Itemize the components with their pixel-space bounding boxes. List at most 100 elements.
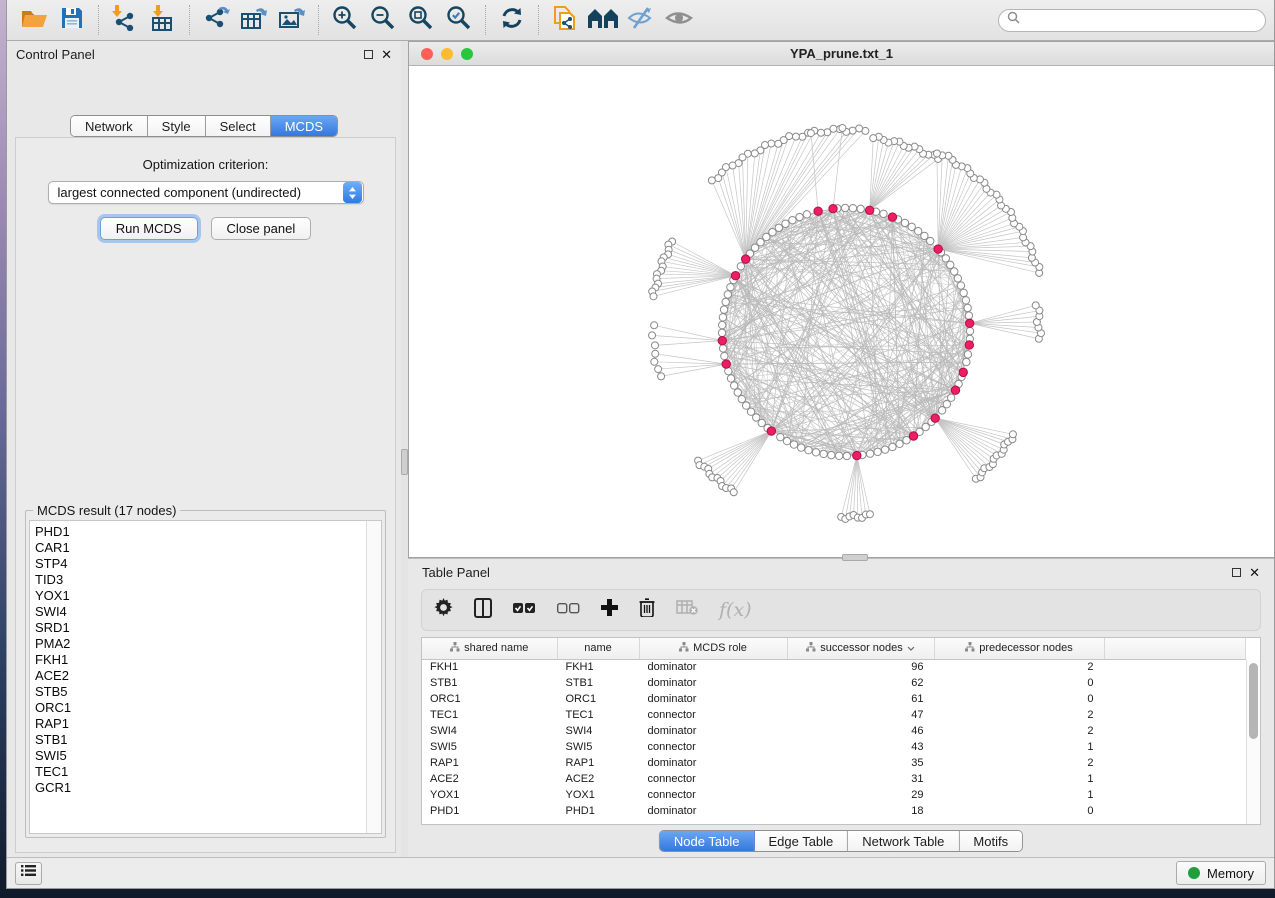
mcds-result-item[interactable]: SRD1 [35,620,366,636]
mcds-result-item[interactable]: RAP1 [35,716,366,732]
mcds-result-item[interactable]: ACE2 [35,668,366,684]
table-panel-title: Table Panel [422,565,1232,580]
tab-network[interactable]: Network [71,116,148,136]
network-canvas[interactable] [409,66,1274,557]
float-panel-icon[interactable] [364,50,373,59]
float-table-panel-icon[interactable] [1232,568,1241,577]
mcds-result-item[interactable]: CAR1 [35,540,366,556]
table-scrollbar-thumb[interactable] [1249,663,1258,739]
zoom-fit-button[interactable] [404,4,438,36]
show-columns-button[interactable] [474,598,492,623]
mcds-result-item[interactable]: TID3 [35,572,366,588]
zoom-in-icon [332,5,358,36]
save-session-button[interactable] [55,4,89,36]
mcds-result-list[interactable]: PHD1CAR1STP4TID3YOX1SWI4SRD1PMA2FKH1ACE2… [29,520,382,834]
zoom-out-button[interactable] [366,4,400,36]
close-table-panel-icon[interactable]: ✕ [1249,568,1260,577]
desktop: Control Panel ✕ NetworkStyleSelectMCDS O… [0,0,1275,898]
tab-edge-table[interactable]: Edge Table [754,831,848,851]
splitter-grip[interactable] [401,449,408,475]
zoom-fit-icon [408,5,434,36]
columns-icon [474,598,492,623]
tab-select[interactable]: Select [206,116,271,136]
mcds-result-item[interactable]: PHD1 [35,524,366,540]
tab-motifs[interactable]: Motifs [959,831,1022,851]
mcds-result-item[interactable]: STP4 [35,556,366,572]
zoom-in-button[interactable] [328,4,362,36]
first-neighbors-button[interactable] [586,4,620,36]
mcds-result-item[interactable]: STB1 [35,732,366,748]
run-mcds-button[interactable]: Run MCDS [100,217,198,240]
export-table-button[interactable] [237,4,271,36]
mcds-result-item[interactable]: TEC1 [35,764,366,780]
sort-chevron-icon [907,646,915,651]
network-from-selection-button[interactable] [548,4,582,36]
memory-button[interactable]: Memory [1176,861,1266,885]
mcds-result-item[interactable]: ORC1 [35,700,366,716]
export-network-button[interactable] [199,4,233,36]
tab-network-table[interactable]: Network Table [848,831,959,851]
zoom-selected-icon [446,5,472,36]
export-image-button[interactable] [275,4,309,36]
table-row[interactable]: ORC1ORC1dominator610 [422,691,1246,707]
table-settings-button[interactable] [434,598,453,622]
mcds-result-title: MCDS result (17 nodes) [33,503,180,518]
table-row[interactable]: ACE2ACE2connector311 [422,771,1246,787]
import-network-button[interactable] [108,4,142,36]
task-history-button[interactable] [15,862,42,885]
horizontal-splitter-grip[interactable] [842,554,868,561]
column-header-successor-nodes[interactable]: successor nodes [787,638,934,659]
mcds-result-item[interactable]: SWI5 [35,748,366,764]
column-header-predecessor-nodes[interactable]: predecessor nodes [934,638,1104,659]
mcds-result-item[interactable]: SWI4 [35,604,366,620]
select-all-button[interactable] [513,601,536,619]
close-panel-icon[interactable]: ✕ [381,50,392,59]
tab-mcds[interactable]: MCDS [271,116,337,136]
add-column-button[interactable] [601,599,618,621]
refresh-icon [499,5,525,36]
import-table-button[interactable] [146,4,180,36]
optimization-criterion-label: Optimization criterion: [16,157,395,172]
application-window: Control Panel ✕ NetworkStyleSelectMCDS O… [6,0,1275,889]
table-row[interactable]: STB1STB1dominator620 [422,675,1246,691]
delete-table-button[interactable] [676,600,698,620]
apply-layout-button[interactable] [495,4,529,36]
search-input[interactable] [1026,13,1257,27]
mcds-result-item[interactable]: GCR1 [35,780,366,796]
show-all-button[interactable] [662,4,696,36]
close-panel-button[interactable]: Close panel [211,217,312,240]
hide-selected-button[interactable] [624,4,658,36]
column-header-shared-name[interactable]: shared name [422,638,557,659]
table-row[interactable]: SWI4SWI4dominator462 [422,723,1246,739]
mcds-list-scrollbar[interactable] [366,521,381,833]
floppy-disk-icon [60,6,84,35]
table-row[interactable]: YOX1YOX1connector291 [422,787,1246,803]
table-type-tabs: Node TableEdge TableNetwork TableMotifs [659,830,1023,852]
criterion-dropdown[interactable]: largest connected component (undirected) [48,181,364,204]
table-row[interactable]: TEC1TEC1connector472 [422,707,1246,723]
mcds-result-item[interactable]: FKH1 [35,652,366,668]
column-header-MCDS-role[interactable]: MCDS role [639,638,787,659]
mcds-result-item[interactable]: STB5 [35,684,366,700]
mcds-result-item[interactable]: YOX1 [35,588,366,604]
checked-boxes-icon [513,601,536,619]
control-panel-tabs: NetworkStyleSelectMCDS [70,115,338,137]
open-file-button[interactable] [17,4,51,36]
table-scrollbar[interactable] [1246,660,1260,824]
zoom-selected-button[interactable] [442,4,476,36]
mcds-result-item[interactable]: PMA2 [35,636,366,652]
function-builder-button[interactable]: f(x) [719,599,752,621]
list-icon [21,864,36,882]
vertical-splitter[interactable] [401,41,408,857]
column-header-name[interactable]: name [557,638,639,659]
table-row[interactable]: RAP1RAP1dominator352 [422,755,1246,771]
tab-node-table[interactable]: Node Table [660,831,755,851]
search-box[interactable] [998,9,1266,32]
table-row[interactable]: FKH1FKH1dominator962 [422,659,1246,675]
deselect-all-button[interactable] [557,601,580,619]
table-row[interactable]: SWI5SWI5connector431 [422,739,1246,755]
network-titlebar: YPA_prune.txt_1 [409,42,1274,66]
tab-style[interactable]: Style [148,116,206,136]
delete-column-button[interactable] [639,598,655,622]
table-row[interactable]: PHD1PHD1dominator180 [422,803,1246,819]
